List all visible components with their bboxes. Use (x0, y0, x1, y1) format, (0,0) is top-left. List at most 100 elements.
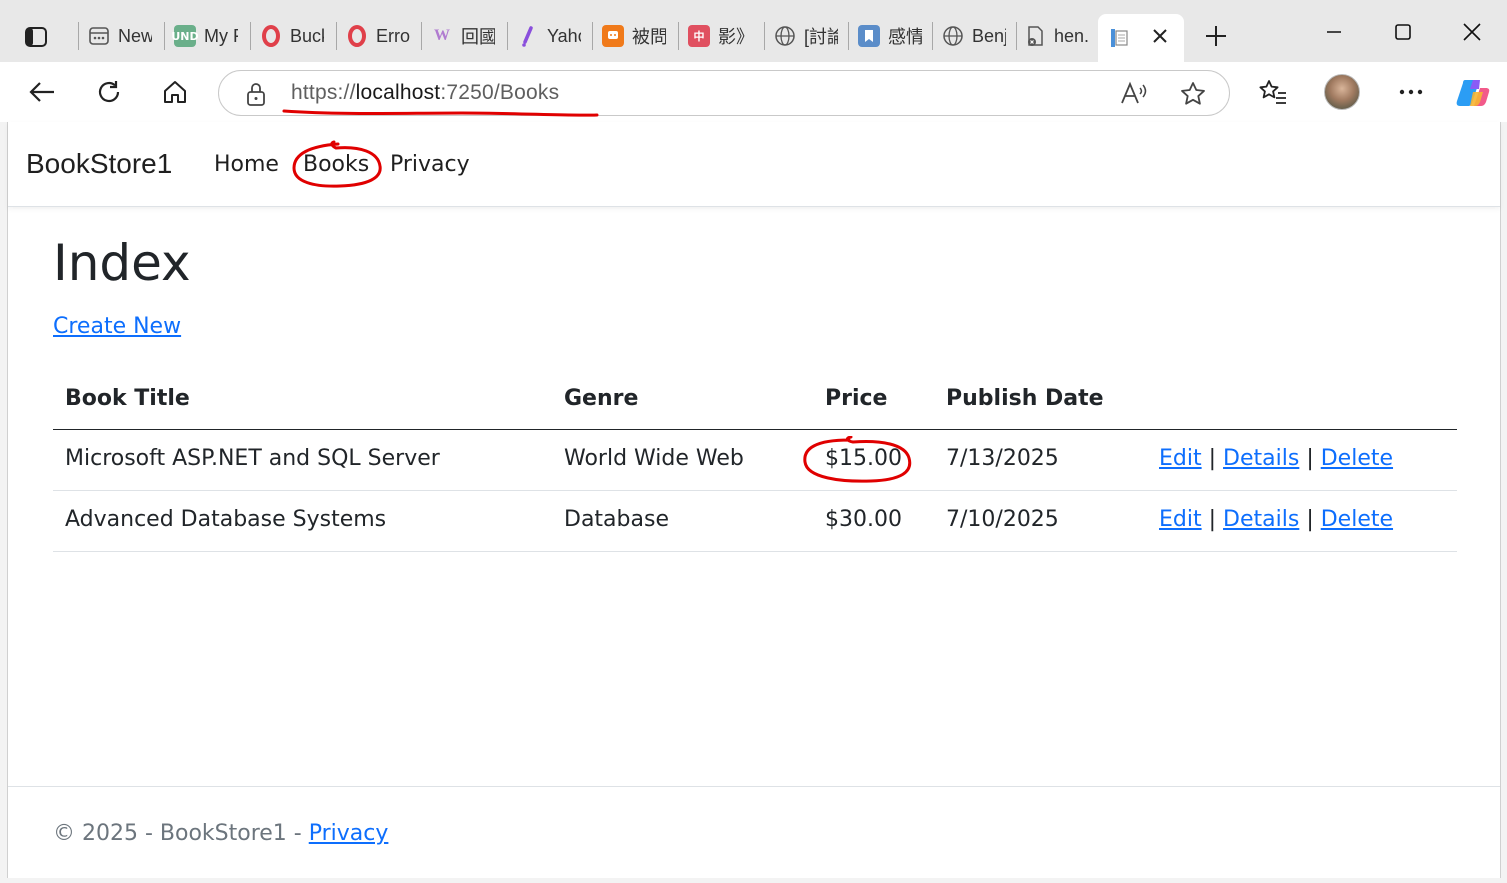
tab-separator (1016, 22, 1017, 50)
table-row: Advanced Database Systems Database $30.0… (53, 491, 1457, 552)
url-scheme: https:// (291, 81, 356, 104)
notify-icon (602, 25, 624, 47)
action-separator: | (1208, 446, 1217, 471)
cell-genre: World Wide Web (564, 446, 744, 471)
row-actions: Edit | Details | Delete (1159, 446, 1393, 471)
page-viewport: BookStore1 Home Books Privacy Index Crea… (7, 122, 1501, 878)
broken-page-icon (1024, 25, 1046, 47)
refresh-icon[interactable] (89, 74, 129, 110)
action-separator: | (1306, 507, 1314, 532)
nav-home-link[interactable]: Home (214, 152, 279, 177)
tab-6[interactable]: 被問 (602, 14, 666, 58)
tab-label: Buck (290, 25, 324, 46)
tab-10[interactable]: Benj (942, 14, 1006, 58)
sidebar-toggle-icon[interactable] (18, 22, 54, 52)
column-header-title: Book Title (65, 386, 190, 411)
url-host: localhost (355, 81, 441, 104)
page-title: Index (53, 234, 191, 292)
tab-1[interactable]: UND My F (171, 14, 238, 58)
tab-separator (421, 22, 422, 50)
new-tab-button[interactable] (1198, 20, 1234, 52)
tab-9[interactable]: 感情 (858, 14, 922, 58)
tab-7[interactable]: 中 影》t (688, 14, 752, 58)
tab-label: Yaho (547, 25, 581, 46)
tab-label: 被問 (632, 27, 666, 47)
tab-5[interactable]: Yaho (517, 14, 581, 58)
tab-separator (78, 22, 79, 50)
site-navbar: BookStore1 Home Books Privacy (8, 122, 1500, 207)
action-separator: | (1306, 446, 1314, 471)
row-actions: Edit | Details | Delete (1159, 507, 1393, 532)
tab-2[interactable]: Buck (260, 14, 324, 58)
cell-book-title: Advanced Database Systems (65, 507, 387, 532)
close-window-icon[interactable] (1450, 16, 1494, 48)
site-brand[interactable]: BookStore1 (26, 148, 172, 180)
tab-label: Benj (972, 25, 1006, 46)
cell-price: $30.00 (825, 507, 902, 532)
create-new-link[interactable]: Create New (53, 314, 181, 339)
chinese-site-icon: 中 (688, 25, 710, 47)
tab-label: 影》t (718, 27, 752, 47)
globe-icon (942, 25, 964, 47)
new-tab-page-icon (88, 25, 110, 47)
opera-icon (346, 25, 368, 47)
tab-separator (678, 22, 679, 50)
price-circle-annotation (803, 436, 912, 483)
table-row: Microsoft ASP.NET and SQL Server World W… (53, 430, 1457, 491)
column-header-genre: Genre (564, 386, 639, 411)
column-header-price: Price (825, 386, 888, 411)
delete-link[interactable]: Delete (1321, 507, 1393, 532)
close-tab-icon[interactable] (1150, 26, 1170, 50)
url-underline-annotation (282, 109, 599, 117)
tab-label: 回國 (461, 27, 495, 47)
tab-label: Erro (376, 25, 410, 46)
globe-icon (774, 25, 796, 47)
tab-8[interactable]: [討論 (774, 14, 838, 58)
tab-separator (336, 22, 337, 50)
url-path: :7250/Books (440, 81, 560, 104)
column-header-publish-date: Publish Date (946, 386, 1104, 411)
edit-link[interactable]: Edit (1159, 446, 1202, 471)
more-menu-icon[interactable] (1391, 74, 1431, 110)
tab-label: 感情 (888, 27, 922, 47)
yahoo-icon (517, 25, 539, 47)
details-link[interactable]: Details (1223, 446, 1299, 471)
tab-4[interactable]: W 回國 (431, 14, 495, 58)
tab-separator (848, 22, 849, 50)
opera-icon (260, 25, 282, 47)
tab-separator (164, 22, 165, 50)
favorite-star-icon[interactable] (1179, 80, 1207, 112)
und-icon: UND (171, 25, 199, 47)
document-icon (1108, 27, 1130, 49)
back-arrow-icon[interactable] (22, 74, 62, 110)
copilot-icon[interactable] (1456, 76, 1490, 108)
cell-book-title: Microsoft ASP.NET and SQL Server (65, 446, 440, 471)
action-separator: | (1208, 507, 1217, 532)
minimize-icon[interactable] (1312, 16, 1356, 48)
profile-avatar[interactable] (1324, 74, 1360, 110)
browser-toolbar: https://localhost:7250/Books (0, 62, 1507, 122)
tab-11[interactable]: hen. (1024, 14, 1088, 58)
tab-separator (507, 22, 508, 50)
details-link[interactable]: Details (1223, 507, 1299, 532)
tab-3[interactable]: Erro (346, 14, 410, 58)
edit-link[interactable]: Edit (1159, 507, 1202, 532)
url-text: https://localhost:7250/Books (291, 81, 559, 105)
tab-label: My F (204, 25, 238, 46)
tab-separator (250, 22, 251, 50)
maximize-icon[interactable] (1381, 16, 1425, 48)
home-icon[interactable] (155, 74, 195, 110)
tab-separator (932, 22, 933, 50)
tab-label: [討論 (804, 27, 838, 47)
footer-privacy-link[interactable]: Privacy (309, 821, 389, 846)
tab-active[interactable] (1098, 14, 1184, 62)
lock-icon[interactable] (245, 81, 267, 111)
read-aloud-icon[interactable] (1119, 80, 1149, 112)
tab-0[interactable]: New (88, 14, 152, 58)
delete-link[interactable]: Delete (1321, 446, 1393, 471)
tab-label: New (118, 25, 152, 46)
nav-privacy-link[interactable]: Privacy (390, 152, 470, 177)
footer-copyright: © 2025 - BookStore1 - (53, 821, 309, 846)
favorites-list-icon[interactable] (1253, 74, 1293, 110)
browser-tab-strip: New UND My F Buck Erro W 回國 Yaho 被問 中 影》… (0, 0, 1507, 62)
